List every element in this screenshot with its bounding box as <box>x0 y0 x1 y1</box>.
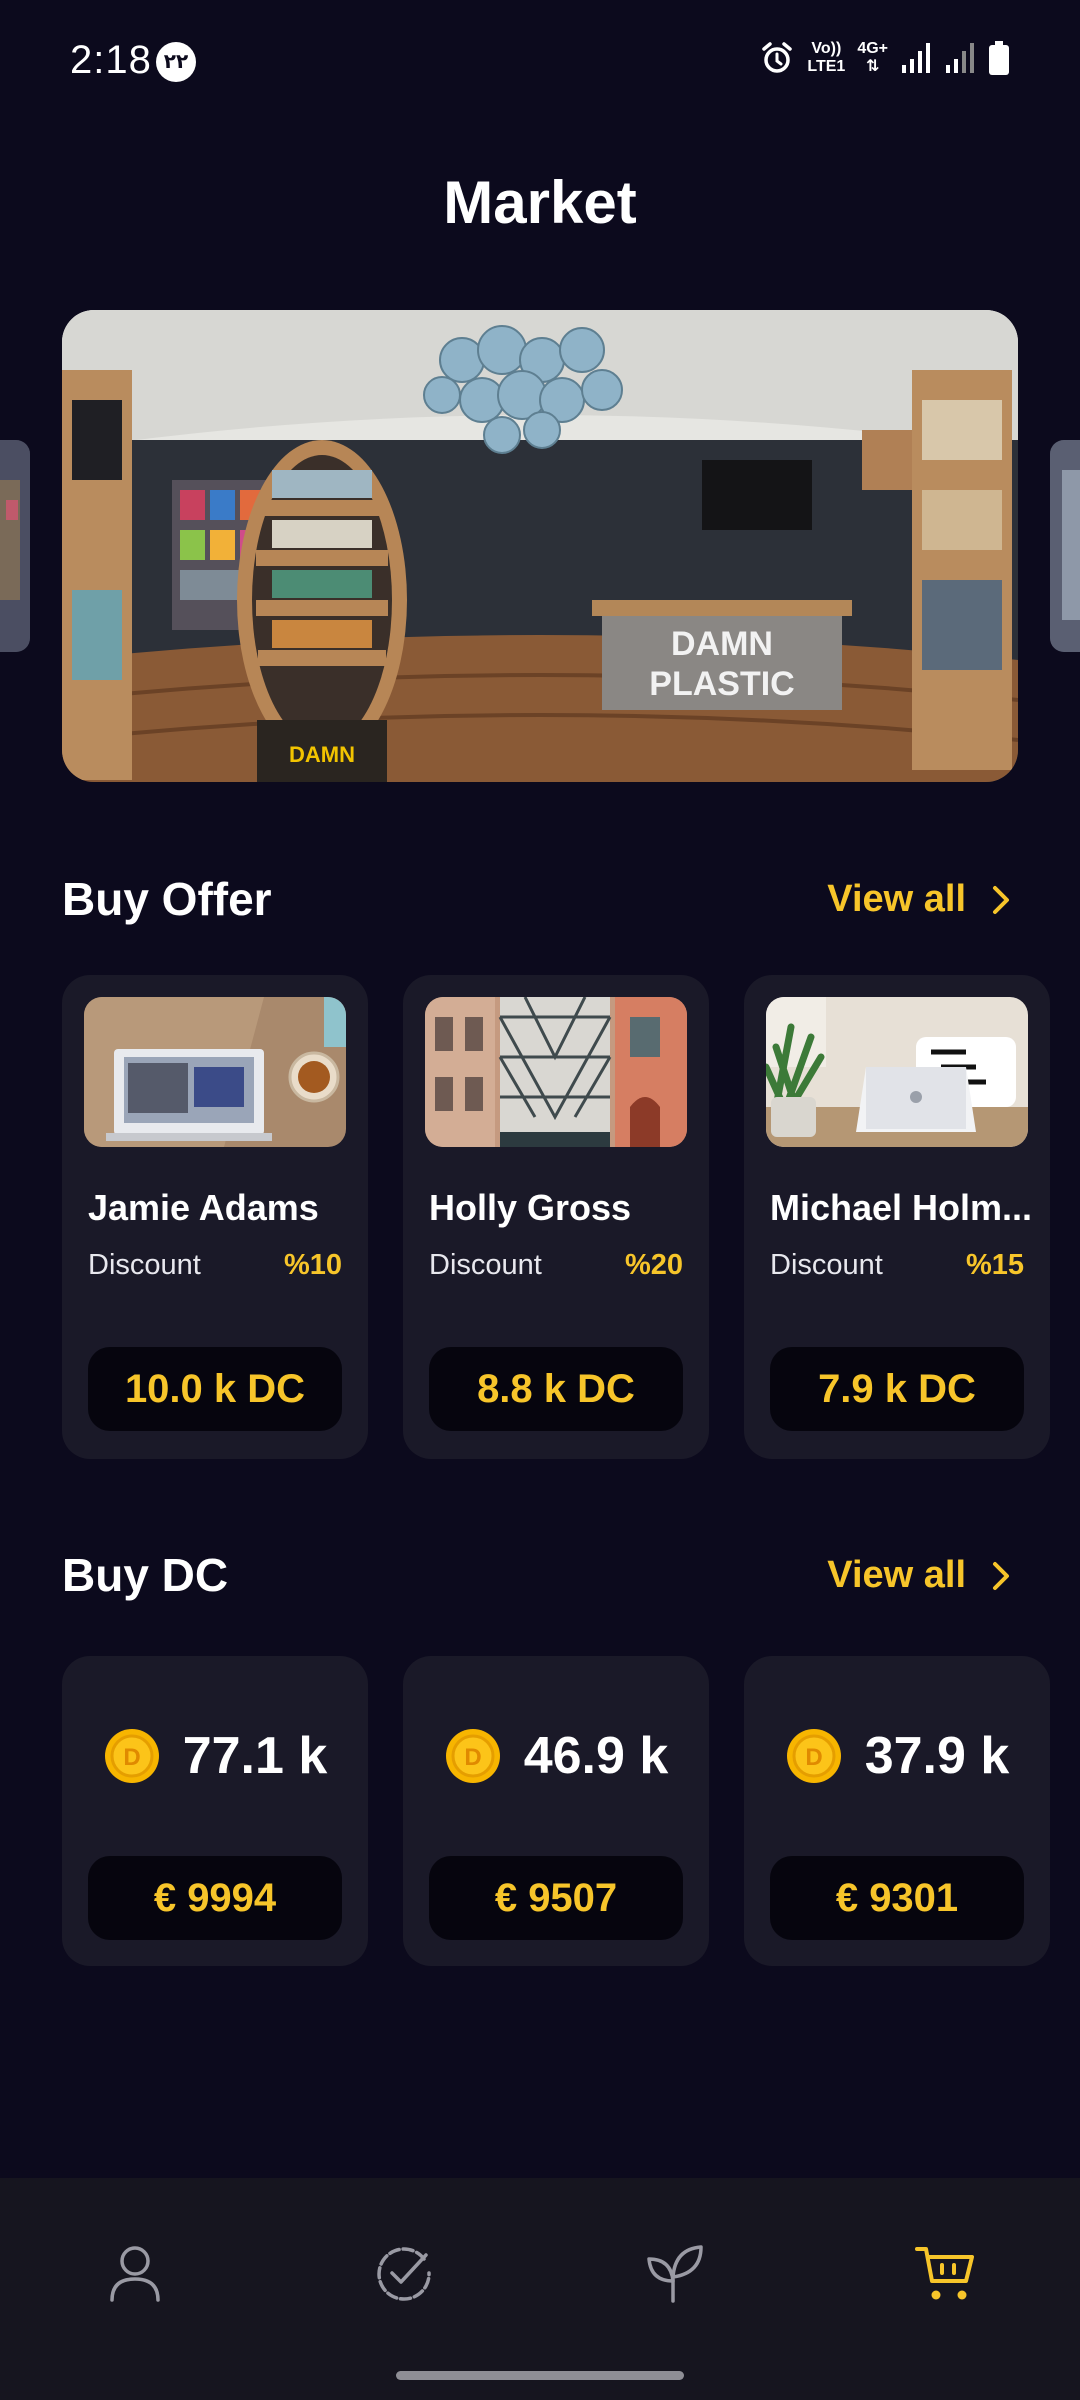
signal-strength-sim2-icon <box>944 41 976 75</box>
volte-indicator: Vo)) LTE1 <box>807 40 845 76</box>
svg-text:D: D <box>805 1744 822 1771</box>
page-title: Market <box>443 169 637 236</box>
carousel-next-slide[interactable] <box>1050 440 1080 652</box>
svg-text:DAMN: DAMN <box>289 742 355 767</box>
market-screen: 2:18 ۲۲ Vo)) LTE1 4G+ ⇅ Market DAMN DAMN… <box>0 0 1080 2400</box>
status-bar: 2:18 ۲۲ Vo)) LTE1 4G+ ⇅ <box>0 0 1080 110</box>
dc-amount: 77.1 k <box>182 1727 328 1785</box>
dc-price-button[interactable]: € 9994 <box>88 1856 342 1940</box>
offer-price-button[interactable]: 8.8 k DC <box>429 1347 683 1431</box>
offer-name: Jamie Adams <box>88 1187 319 1228</box>
discount-label: Discount <box>770 1249 883 1281</box>
dc-amount: 37.9 k <box>864 1727 1010 1785</box>
discount-label: Discount <box>88 1249 201 1281</box>
nav-market-tab[interactable] <box>910 2238 980 2308</box>
offer-image-building <box>425 997 687 1147</box>
network-type-label: 4G+ <box>857 40 888 57</box>
nav-plant-tab[interactable] <box>640 2238 710 2308</box>
dc-amount: 46.9 k <box>523 1727 669 1785</box>
svg-text:DAMN: DAMN <box>671 625 773 663</box>
dc-package-card[interactable]: D 77.1 k € 9994 <box>62 1656 368 1966</box>
chevron-right-icon <box>992 1561 1010 1591</box>
status-time: 2:18 <box>70 38 152 82</box>
offer-image-laptop-sofa <box>766 997 1028 1147</box>
buy-dc-view-all-link[interactable]: View all <box>827 1554 1010 1597</box>
plant-icon <box>645 2243 705 2303</box>
battery-icon <box>988 41 1010 75</box>
offer-card[interactable]: Michael Holm... Discount %15 7.9 k DC <box>744 975 1050 1459</box>
svg-text:D: D <box>464 1744 481 1771</box>
dc-price-button[interactable]: € 9301 <box>770 1856 1024 1940</box>
carousel-previous-slide[interactable] <box>0 440 30 652</box>
profile-icon <box>107 2243 163 2303</box>
dc-package-card[interactable]: D 46.9 k € 9507 <box>403 1656 709 1966</box>
offer-card[interactable]: Jamie Adams Discount %10 10.0 k DC <box>62 975 368 1459</box>
alarm-icon <box>759 40 795 76</box>
nav-tasks-tab[interactable] <box>369 2238 439 2308</box>
discount-value: %20 <box>624 1249 683 1281</box>
dc-coin-icon: D <box>785 1727 843 1785</box>
dc-package-card[interactable]: D 37.9 k € 9301 <box>744 1656 1050 1966</box>
discount-value: %10 <box>283 1249 342 1281</box>
status-icons: Vo)) LTE1 4G+ ⇅ <box>759 40 1010 76</box>
svg-text:PLASTIC: PLASTIC <box>649 665 794 703</box>
discount-label: Discount <box>429 1249 542 1281</box>
dc-amount-row: D 46.9 k <box>403 1726 709 1786</box>
offer-card[interactable]: Holly Gross Discount %20 8.8 k DC <box>403 975 709 1459</box>
dc-amount-row: D 37.9 k <box>744 1726 1050 1786</box>
offer-price-button[interactable]: 7.9 k DC <box>770 1347 1024 1431</box>
home-indicator[interactable] <box>396 2371 684 2380</box>
dc-price-button[interactable]: € 9507 <box>429 1856 683 1940</box>
signal-strength-icon <box>900 41 932 75</box>
market-banner-image[interactable]: DAMN DAMN PLASTIC <box>62 310 1018 782</box>
chevron-right-icon <box>992 885 1010 915</box>
volte-bottom-label: LTE1 <box>807 58 846 75</box>
bottom-navigation <box>0 2178 1080 2400</box>
network-indicator: 4G+ ⇅ <box>857 40 888 76</box>
task-check-icon <box>374 2243 434 2303</box>
nav-profile-tab[interactable] <box>100 2238 170 2308</box>
data-arrows-icon: ⇅ <box>865 58 880 75</box>
buy-dc-title: Buy DC <box>62 1549 229 1601</box>
offer-name: Holly Gross <box>429 1187 632 1228</box>
svg-text:D: D <box>123 1744 140 1771</box>
dc-coin-icon: D <box>444 1727 502 1785</box>
dc-coin-icon: D <box>103 1727 161 1785</box>
view-all-label: View all <box>827 1554 966 1596</box>
offer-name: Michael Holm... <box>770 1187 1032 1228</box>
offer-price-button[interactable]: 10.0 k DC <box>88 1347 342 1431</box>
cart-icon <box>914 2243 976 2303</box>
buy-offer-view-all-link[interactable]: View all <box>827 878 1010 921</box>
buy-offer-title: Buy Offer <box>62 873 272 925</box>
discount-value: %15 <box>965 1249 1024 1281</box>
offer-image-laptop-desk <box>84 997 346 1147</box>
dc-amount-row: D 77.1 k <box>62 1726 368 1786</box>
notification-badge: ۲۲ <box>156 42 196 82</box>
volte-top-label: Vo)) <box>811 40 842 57</box>
view-all-label: View all <box>827 878 966 920</box>
